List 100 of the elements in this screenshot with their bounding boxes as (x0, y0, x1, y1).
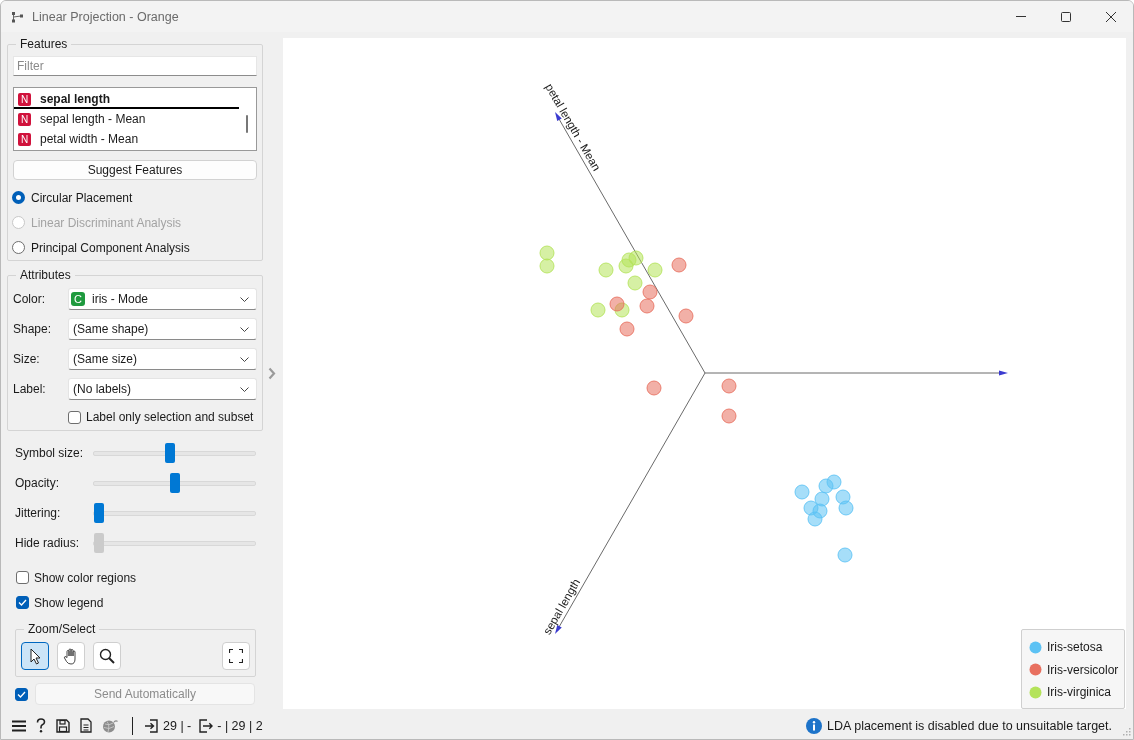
data-point (837, 547, 853, 563)
field-label: Color: (13, 292, 46, 306)
legend-label: Iris-setosa (1047, 640, 1103, 655)
data-point (539, 245, 555, 261)
data-point (671, 257, 687, 273)
field-label: Label: (13, 382, 47, 396)
info-icon (806, 717, 823, 734)
output-summary: - | 29 | 2 (217, 718, 263, 733)
maximize-icon (1060, 11, 1071, 22)
data-point (621, 252, 637, 268)
slider-label: Opacity: (15, 476, 60, 490)
legend-label: Iris-versicolor (1047, 662, 1119, 677)
ball-icon[interactable] (102, 718, 118, 733)
data-point (590, 302, 606, 318)
data-point (721, 408, 737, 424)
data-point (678, 308, 694, 324)
radio-button[interactable] (12, 241, 25, 254)
variable-type-badge: N (18, 112, 31, 126)
variable-type-badge: C (71, 292, 85, 306)
dropdown[interactable]: C iris - Mode (68, 288, 257, 310)
minimize-icon (1015, 16, 1026, 17)
slider-thumb[interactable] (164, 442, 175, 463)
chevron-down-icon (240, 356, 249, 362)
status-message: LDA placement is disabled due to unsuitable target. (827, 718, 1112, 733)
pan-tool-button[interactable] (57, 642, 85, 670)
data-point (618, 258, 634, 274)
data-point (646, 380, 662, 396)
data-point (628, 250, 644, 266)
data-point (812, 503, 828, 519)
slider-thumb[interactable] (169, 472, 180, 493)
data-point (639, 298, 655, 314)
menu-icon[interactable] (12, 719, 26, 732)
slider-label: Hide radius: (15, 536, 81, 550)
dropdown[interactable]: (Same shape) (68, 318, 257, 340)
window-title: Linear Projection - Orange (32, 9, 179, 24)
data-point (835, 489, 851, 505)
search-icon (99, 648, 115, 664)
hand-icon (63, 647, 79, 665)
checkbox-label: Show legend (34, 595, 104, 610)
widget-icon (11, 10, 24, 23)
slider-label: Symbol size: (15, 446, 85, 460)
data-point (614, 302, 630, 318)
field-label: Size: (13, 352, 41, 366)
data-point (838, 500, 854, 516)
group-title: Features (19, 37, 69, 51)
zoom-tool-button[interactable] (93, 642, 121, 670)
legend-label: Iris-virginica (1047, 685, 1111, 700)
variable-type-badge: N (18, 132, 31, 146)
radio-label: Circular Placement (31, 190, 133, 205)
slider-thumb[interactable] (94, 502, 104, 523)
checkbox-label: Show color regions (34, 570, 137, 585)
data-point (794, 484, 810, 500)
data-point (619, 321, 635, 337)
data-point (598, 262, 614, 278)
input-icon (145, 718, 158, 733)
dropdown[interactable]: (Same size) (68, 348, 257, 370)
data-point (803, 500, 819, 516)
group-title: Attributes (19, 268, 72, 282)
feature-list-item[interactable]: N petal width - Mean (14, 129, 239, 149)
fit-view-button[interactable] (222, 642, 250, 670)
data-point (647, 262, 663, 278)
fullscreen-icon (229, 649, 243, 663)
checkbox[interactable] (16, 571, 29, 584)
chevron-right-icon[interactable] (268, 367, 276, 380)
data-point (814, 491, 830, 507)
variable-type-badge: N (18, 92, 31, 106)
data-point (807, 511, 823, 527)
chevron-down-icon (240, 326, 249, 332)
chevron-down-icon (240, 296, 249, 302)
suggest-features-button[interactable]: Suggest Features (13, 160, 257, 180)
radio-label: Principal Component Analysis (31, 240, 190, 255)
checkbox-label: Label only selection and subset (86, 410, 254, 424)
field-label: Shape: (13, 322, 53, 336)
slider-label: Jittering: (15, 506, 62, 520)
pointer-icon (29, 647, 41, 665)
feature-list-item[interactable]: N sepal length - Mean (14, 109, 239, 129)
radio-button[interactable] (12, 191, 25, 204)
data-point (539, 258, 555, 274)
data-point (721, 378, 737, 394)
resize-grip-icon[interactable] (1122, 727, 1131, 736)
data-point (627, 275, 643, 291)
group-title: Zoom/Select (27, 622, 97, 636)
checkbox[interactable] (16, 596, 29, 609)
output-icon (199, 718, 214, 733)
checkmark-icon (17, 690, 26, 698)
input-summary: 29 | - (163, 718, 192, 733)
document-icon[interactable] (80, 718, 92, 733)
radio-label: Linear Discriminant Analysis (31, 215, 182, 230)
save-icon[interactable] (56, 718, 70, 733)
data-point (818, 478, 834, 494)
feature-list-item[interactable]: N sepal length (14, 89, 239, 109)
data-point (609, 296, 625, 312)
checkbox[interactable] (68, 410, 81, 424)
filter-field[interactable]: Filter (13, 56, 257, 76)
select-tool-button[interactable] (21, 642, 49, 670)
checkmark-icon (18, 599, 27, 606)
dropdown[interactable]: (No labels) (68, 378, 257, 400)
scrollbar-thumb[interactable] (246, 115, 248, 133)
help-icon[interactable] (36, 718, 46, 733)
data-point (826, 474, 842, 490)
